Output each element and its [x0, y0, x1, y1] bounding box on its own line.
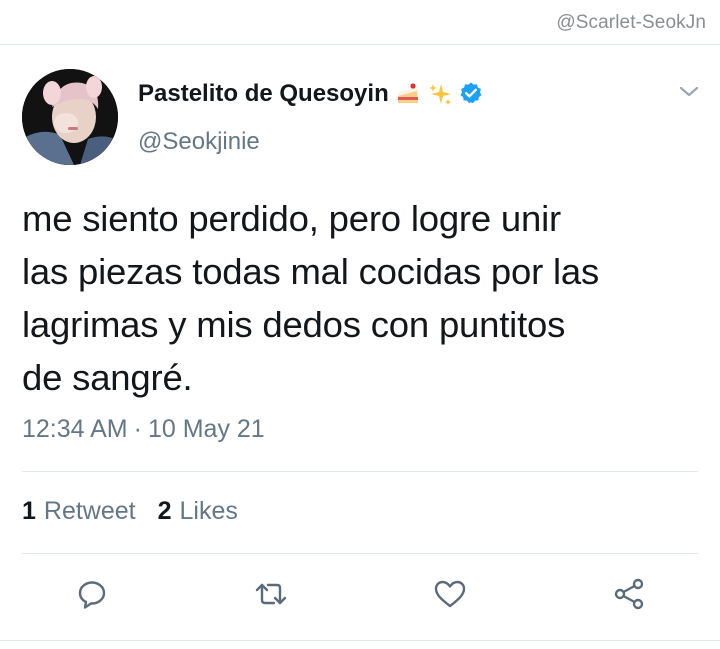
- share-icon: [614, 578, 644, 610]
- footer-divider: [0, 640, 720, 641]
- like-button[interactable]: [432, 576, 468, 612]
- comment-icon: [78, 581, 106, 609]
- watermark: @Scarlet-SeokJn: [556, 12, 706, 33]
- avatar[interactable]: [22, 69, 118, 165]
- tweet-text-line: me siento perdido, pero logre unir: [22, 198, 561, 239]
- timestamp-separator: ·: [133, 415, 142, 443]
- tweet-text-line: de sangré.: [22, 357, 193, 398]
- sparkles-emoji: [427, 81, 453, 107]
- heart-icon: [434, 580, 466, 608]
- retweet-count: 1: [22, 497, 36, 525]
- cake-emoji: [395, 81, 421, 107]
- header-divider: [0, 44, 720, 45]
- retweet-label: Retweet: [43, 497, 136, 525]
- retweet-icon: [255, 583, 287, 605]
- verified-badge-icon: [459, 81, 485, 107]
- reply-button[interactable]: [74, 576, 110, 612]
- divider: [22, 471, 698, 472]
- chevron-down-icon[interactable]: [678, 84, 700, 100]
- tweet-time: 12:34 AM: [22, 415, 128, 443]
- divider: [22, 553, 698, 554]
- author-name-row[interactable]: Pastelito de Quesoyin: [138, 80, 485, 108]
- avatar-photo: [22, 69, 118, 165]
- engagement-stats: 1 Retweet 2 Likes: [22, 497, 238, 526]
- tweet-text: me siento perdido, pero logre unir las p…: [22, 192, 702, 404]
- tweet-date: 10 May 21: [147, 415, 265, 443]
- like-label: Likes: [179, 497, 238, 525]
- tweet-timestamp[interactable]: 12:34 AM · 10 May 21: [22, 415, 265, 444]
- author-handle[interactable]: @Seokjinie: [138, 128, 260, 156]
- tweet-text-line: lagrimas y mis dedos con puntitos: [22, 304, 566, 345]
- display-name[interactable]: Pastelito de Quesoyin: [138, 80, 389, 108]
- like-count: 2: [157, 497, 172, 525]
- like-stat[interactable]: 2 Likes: [158, 497, 238, 526]
- retweet-button[interactable]: [253, 576, 289, 612]
- share-button[interactable]: [611, 576, 647, 612]
- tweet-text-line: las piezas todas mal cocidas por las: [22, 251, 600, 292]
- retweet-stat[interactable]: 1 Retweet: [22, 497, 136, 526]
